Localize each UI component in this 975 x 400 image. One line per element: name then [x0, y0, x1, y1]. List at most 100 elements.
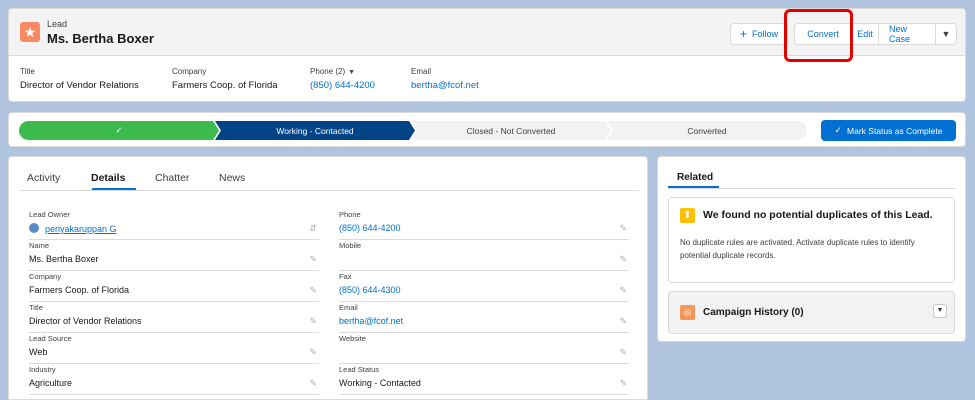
tab-details[interactable]: Details	[91, 172, 125, 184]
field-value: Ms. Bertha Boxer	[29, 254, 99, 264]
pencil-icon[interactable]: ✎	[619, 285, 627, 296]
pencil-icon[interactable]: ✎	[309, 347, 317, 358]
campaign-history-title[interactable]: Campaign History (0)	[703, 307, 804, 318]
lead-star-icon: ★	[20, 22, 40, 42]
phone-link[interactable]: (850) 644-4200	[310, 80, 375, 91]
path-stage-closed-not-converted[interactable]: Closed - Not Converted	[411, 121, 611, 140]
field-email: Email bertha@fcof.net ✎	[339, 303, 629, 333]
field-lead-source: Lead Source Web ✎	[29, 334, 319, 364]
field-value: periyakaruppan G	[29, 223, 117, 234]
owner-link[interactable]: periyakaruppan G	[45, 224, 117, 234]
field-label: Mobile	[339, 241, 362, 250]
tab-related[interactable]: Related	[677, 172, 713, 183]
email-link[interactable]: bertha@fcof.net	[339, 316, 403, 326]
user-avatar-icon	[29, 223, 39, 233]
header-field-title: Title Director of Vendor Relations	[20, 67, 139, 91]
duplicates-title: We found no potential duplicates of this…	[703, 209, 933, 221]
field-label: Phone	[339, 210, 361, 219]
field-label: Email	[339, 303, 358, 312]
campaign-history-card[interactable]: ◎ Campaign History (0) ▼	[668, 291, 955, 334]
record-header: ★ Lead Ms. Bertha Boxer + Follow Convert…	[8, 8, 966, 102]
duplicate-warning-icon: ⬆	[680, 208, 695, 223]
field-phone: Phone (850) 644-4200 ✎	[339, 210, 629, 240]
field-company: Company Farmers Coop. of Florida ✎	[29, 272, 319, 302]
phone-link[interactable]: (850) 644-4200	[339, 223, 401, 233]
edit-button[interactable]: Edit	[852, 23, 879, 45]
field-lead-owner: Lead Owner periyakaruppan G ⇵	[29, 210, 319, 240]
check-icon: ✓	[834, 125, 843, 135]
field-label: Website	[339, 334, 366, 343]
convert-highlight-box	[784, 9, 853, 62]
header-field-company: Company Farmers Coop. of Florida	[172, 67, 278, 91]
record-tabs: Activity Details Chatter News	[19, 169, 639, 191]
field-label: Lead Status	[339, 365, 380, 374]
pencil-icon[interactable]: ✎	[619, 223, 627, 234]
pencil-icon[interactable]: ✎	[619, 254, 627, 265]
new-case-button[interactable]: New Case	[878, 23, 936, 45]
pencil-icon[interactable]: ✎	[309, 378, 317, 389]
field-fax: Fax (850) 644-4300 ✎	[339, 272, 629, 302]
field-value: Web	[29, 347, 48, 357]
field-value: Working - Contacted	[339, 378, 421, 388]
field-label: Name	[29, 241, 50, 250]
header-title-bar: ★ Lead Ms. Bertha Boxer + Follow Convert…	[9, 9, 965, 62]
duplicates-text: No duplicate rules are activated. Activa…	[680, 238, 915, 260]
field-label: Lead Source	[29, 334, 72, 343]
field-label: Industry	[29, 365, 56, 374]
caret-down-icon: ▼	[348, 69, 356, 76]
fax-link[interactable]: (850) 644-4300	[339, 285, 401, 295]
pencil-icon[interactable]: ✎	[619, 316, 627, 327]
plus-icon: +	[739, 27, 747, 41]
field-label: Fax	[339, 272, 352, 281]
active-tab-indicator	[92, 188, 136, 190]
path-stage-complete[interactable]: ✓	[19, 121, 219, 140]
field-industry: Industry Agriculture ✎	[29, 365, 319, 395]
phone-dropdown[interactable]: Phone (2) ▼	[310, 67, 375, 76]
field-label: Title	[29, 303, 43, 312]
pencil-icon[interactable]: ✎	[619, 347, 627, 358]
change-owner-icon[interactable]: ⇵	[309, 223, 317, 234]
field-label: Lead Owner	[29, 210, 70, 219]
header-field-phone: Phone (2) ▼ (850) 644-4200	[310, 67, 375, 91]
object-label: Lead	[47, 19, 68, 29]
divider	[668, 188, 956, 189]
chevron-down-icon[interactable]: ▼	[933, 304, 947, 318]
pencil-icon[interactable]: ✎	[619, 378, 627, 389]
field-mobile: Mobile ✎	[339, 241, 629, 271]
header-field-label: Email	[411, 67, 432, 76]
pencil-icon[interactable]: ✎	[309, 316, 317, 327]
field-lead-status: Lead Status Working - Contacted ✎	[339, 365, 629, 395]
field-website: Website ✎	[339, 334, 629, 364]
pencil-icon[interactable]: ✎	[309, 254, 317, 265]
field-title: Title Director of Vendor Relations ✎	[29, 303, 319, 333]
field-value: Director of Vendor Relations	[29, 316, 142, 326]
path-stage-converted[interactable]: Converted	[607, 121, 807, 140]
field-value: Agriculture	[29, 378, 73, 388]
follow-button[interactable]: + Follow	[730, 23, 788, 45]
header-field-value: Farmers Coop. of Florida	[172, 80, 278, 91]
path-stage-working-contacted[interactable]: Working - Contacted	[215, 121, 415, 140]
tab-chatter[interactable]: Chatter	[155, 172, 189, 184]
header-field-label: Company	[172, 67, 207, 76]
email-link[interactable]: bertha@fcof.net	[411, 80, 479, 91]
header-field-value: Director of Vendor Relations	[20, 80, 139, 91]
details-panel: Activity Details Chatter News Lead Owner…	[8, 156, 648, 400]
campaign-target-icon: ◎	[680, 305, 695, 320]
field-label: Company	[29, 272, 62, 281]
chevron-down-icon[interactable]: ▼	[935, 23, 957, 45]
tab-news[interactable]: News	[219, 172, 245, 184]
mark-status-complete-button[interactable]: ✓ Mark Status as Complete	[821, 120, 956, 141]
related-panel: Related ⬆ We found no potential duplicat…	[657, 156, 966, 342]
pencil-icon[interactable]: ✎	[309, 285, 317, 296]
field-value: Farmers Coop. of Florida	[29, 285, 130, 295]
record-name: Ms. Bertha Boxer	[47, 31, 154, 46]
header-field-label: Title	[20, 67, 35, 76]
header-field-email: Email bertha@fcof.net	[411, 67, 479, 91]
field-name: Name Ms. Bertha Boxer ✎	[29, 241, 319, 271]
follow-label: Follow	[752, 29, 779, 39]
header-field-label: Phone (2)	[310, 67, 346, 76]
duplicates-card: ⬆ We found no potential duplicates of th…	[668, 197, 955, 283]
status-path: ✓ Working - Contacted Closed - Not Conve…	[8, 112, 966, 147]
mark-status-label: Mark Status as Complete	[847, 125, 943, 136]
tab-activity[interactable]: Activity	[27, 172, 60, 184]
